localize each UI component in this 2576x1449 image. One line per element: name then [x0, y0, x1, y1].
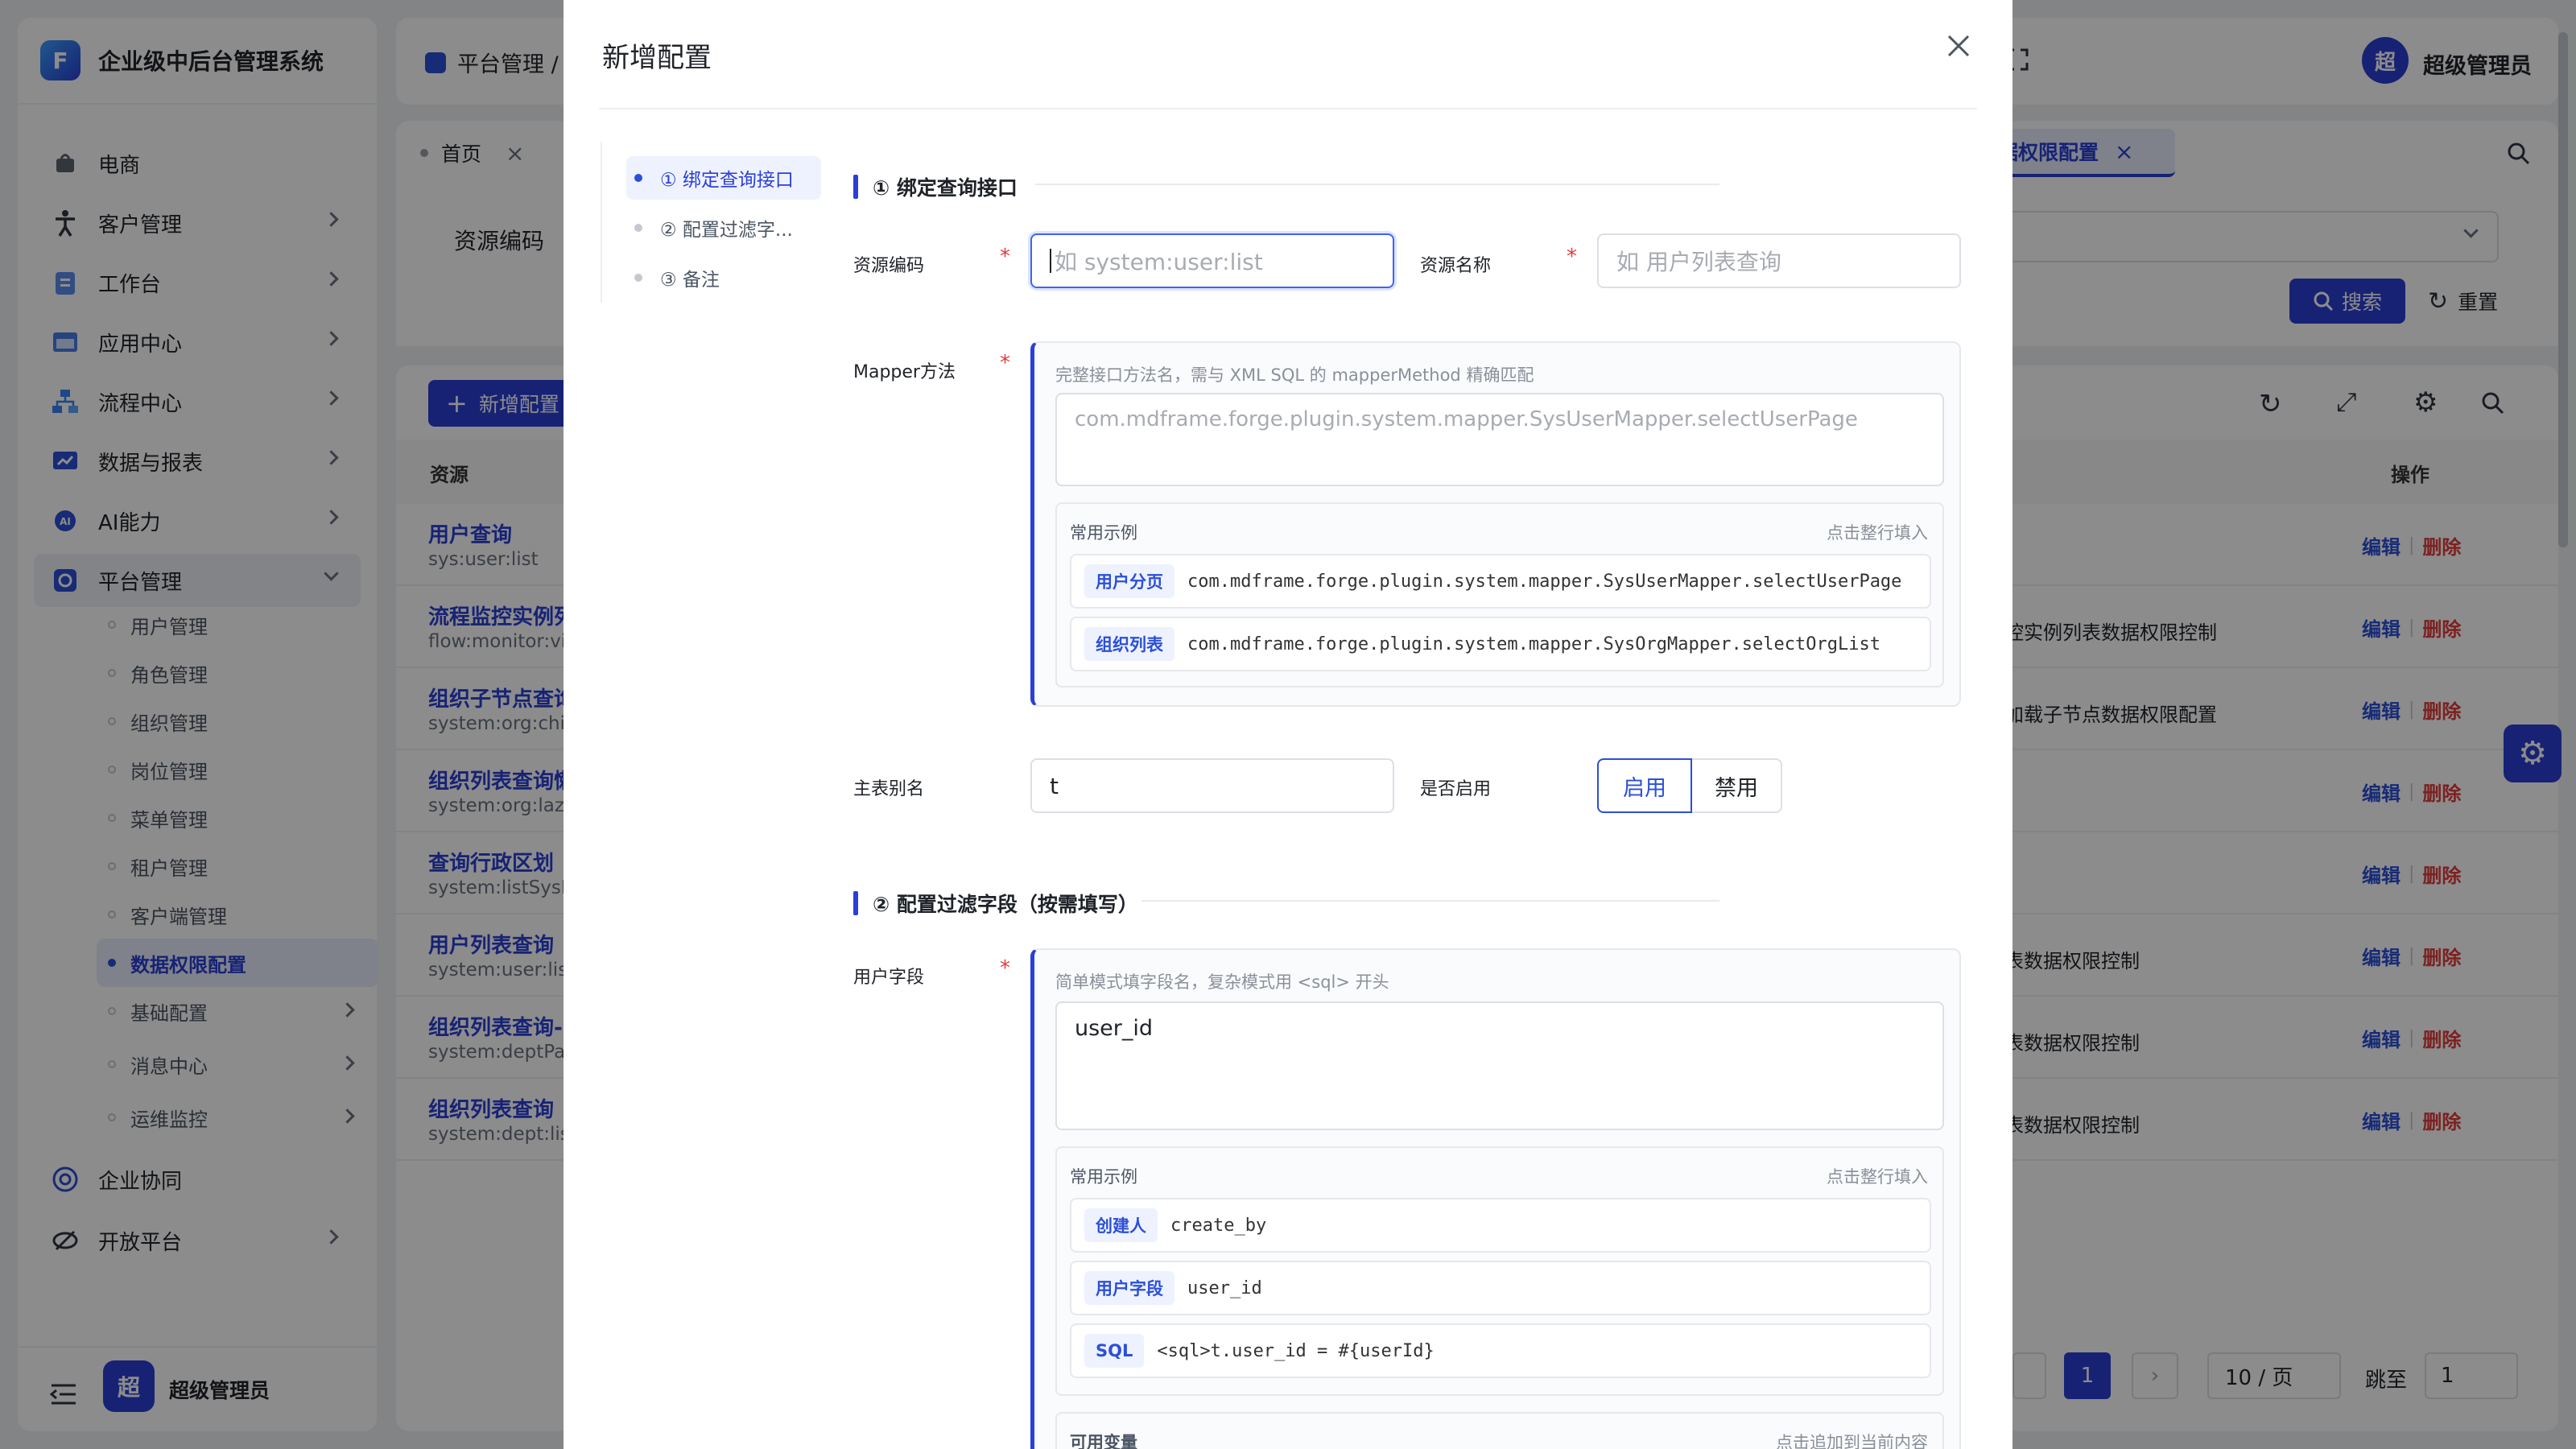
available-vars: 可用变量 点击追加到当前内容 [1055, 1412, 1944, 1449]
enabled-on-button[interactable]: 启用 [1597, 758, 1692, 813]
user-field-examples: 常用示例 点击整行填入 创建人 create_by 用户字段 user_id SQL… [1055, 1146, 1944, 1396]
mapper-label: Mapper方法 [853, 362, 956, 382]
mapper-box: 完整接口方法名，需与 XML SQL 的 mapperMethod 精确匹配 c… [1030, 341, 1961, 707]
resource-name-input[interactable]: 如 用户列表查询 [1597, 233, 1961, 288]
enabled-label: 是否启用 [1420, 779, 1492, 799]
resource-code-label: 资源编码 [853, 256, 925, 276]
user-field-label: 用户字段 [853, 968, 925, 988]
anchor-filter-fields[interactable]: ② 配置过滤字... [626, 206, 821, 250]
mapper-textarea[interactable]: com.mdframe.forge.plugin.system.mapper.S… [1055, 393, 1944, 486]
resource-name-label: 资源名称 [1420, 256, 1492, 276]
user-field-example-row[interactable]: SQL <sql>t.user_id = #{userId} [1070, 1323, 1931, 1378]
alias-label: 主表别名 [853, 779, 925, 799]
close-icon[interactable] [1945, 32, 1972, 63]
anchor-remark[interactable]: ③ 备注 [626, 256, 821, 299]
mapper-example-row[interactable]: 组织列表 com.mdframe.forge.plugin.system.mapp… [1070, 617, 1931, 671]
mapper-example-row[interactable]: 用户分页 com.mdframe.forge.plugin.system.mapp… [1070, 554, 1931, 609]
user-field-example-row[interactable]: 用户字段 user_id [1070, 1261, 1931, 1315]
user-field-textarea[interactable]: user_id [1055, 1001, 1944, 1130]
mapper-examples: 常用示例 点击整行填入 用户分页 com.mdframe.forge.plugin… [1055, 502, 1944, 687]
enabled-off-button[interactable]: 禁用 [1692, 758, 1782, 813]
user-field-box: 简单模式填字段名，复杂模式用 <sql> 开头 user_id 常用示例 点击整… [1030, 948, 1961, 1449]
resource-code-input[interactable]: 如 system:user:list [1030, 233, 1394, 288]
add-config-dialog: 新增配置 ① 绑定查询接口 ② 配置过滤字... ③ 备注 ① 绑定查询接口 资… [564, 0, 2013, 1449]
section-bind-query: ① 绑定查询接口 [853, 172, 1018, 201]
alias-input[interactable]: t [1030, 758, 1394, 813]
user-field-example-row[interactable]: 创建人 create_by [1070, 1198, 1931, 1253]
section-filter-fields: ② 配置过滤字段（按需填写） [853, 889, 1138, 918]
anchor-bind-query[interactable]: ① 绑定查询接口 [626, 156, 821, 200]
dialog-title: 新增配置 [602, 42, 712, 74]
